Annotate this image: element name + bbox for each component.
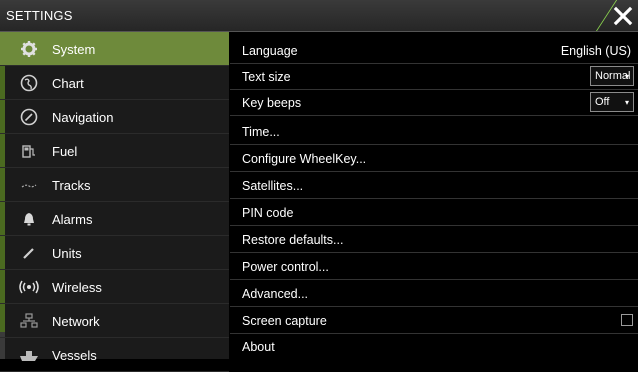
sidebar-item-navigation[interactable]: Navigation	[0, 100, 229, 134]
sidebar-item-wireless[interactable]: Wireless	[0, 270, 229, 304]
sidebar-item-label: Network	[52, 314, 100, 329]
setting-screen-capture: Screen capture	[230, 308, 638, 334]
setting-satellites[interactable]: Satellites...	[230, 173, 638, 199]
chevron-down-icon: ▾	[624, 72, 629, 81]
setting-configure-wheelkey[interactable]: Configure WheelKey...	[230, 146, 638, 172]
sidebar-item-label: System	[52, 42, 96, 57]
setting-label: Time...	[242, 125, 280, 139]
chevron-down-icon: ▾	[624, 98, 629, 107]
sidebar-item-alarms[interactable]: Alarms	[0, 202, 229, 236]
setting-about[interactable]: About	[230, 334, 638, 360]
setting-label: Satellites...	[242, 179, 304, 193]
vessels-icon	[18, 346, 40, 364]
setting-label: Screen capture	[242, 314, 327, 328]
sidebar-item-label: Vessels	[52, 348, 97, 363]
screen-capture-checkbox[interactable]	[621, 314, 633, 326]
bell-icon	[18, 210, 40, 228]
settings-sidebar: System Chart Navigation Fuel Tracks Alar…	[0, 32, 229, 372]
setting-advanced[interactable]: Advanced...	[230, 281, 638, 307]
setting-value: English (US)	[560, 44, 631, 58]
setting-label: Advanced...	[242, 287, 309, 301]
sidebar-item-label: Chart	[52, 76, 84, 91]
text-size-dropdown[interactable]: Normal ▾	[590, 66, 634, 86]
close-icon	[613, 6, 633, 26]
setting-time[interactable]: Time...	[230, 119, 638, 145]
setting-label: Configure WheelKey...	[242, 152, 367, 166]
sidebar-item-tracks[interactable]: Tracks	[0, 168, 229, 202]
sidebar-item-units[interactable]: Units	[0, 236, 229, 270]
sidebar-item-network[interactable]: Network	[0, 304, 229, 338]
key-beeps-dropdown[interactable]: Off ▾	[590, 92, 634, 112]
setting-label: Power control...	[242, 260, 329, 274]
sidebar-item-system[interactable]: System	[0, 32, 229, 66]
setting-label: About	[242, 340, 275, 354]
sidebar-item-fuel[interactable]: Fuel	[0, 134, 229, 168]
sidebar-item-label: Navigation	[52, 110, 114, 125]
setting-text-size: Text size Normal ▾	[230, 64, 638, 90]
setting-language[interactable]: Language English (US)	[230, 38, 638, 64]
pencil-icon	[18, 244, 40, 262]
sidebar-item-label: Tracks	[52, 178, 91, 193]
setting-pin-code[interactable]: PIN code	[230, 200, 638, 226]
title-bar: SETTINGS	[0, 0, 638, 32]
window-title: SETTINGS	[6, 8, 73, 23]
sidebar-item-label: Fuel	[52, 144, 78, 159]
sidebar-item-label: Alarms	[52, 212, 93, 227]
compass-icon	[18, 108, 40, 126]
sidebar-item-label: Wireless	[52, 280, 102, 295]
setting-power-control[interactable]: Power control...	[230, 254, 638, 280]
gear-icon	[18, 40, 40, 58]
globe-icon	[18, 74, 40, 92]
setting-label: Language	[242, 44, 298, 58]
setting-label: Key beeps	[242, 96, 302, 110]
close-button[interactable]	[611, 4, 635, 28]
setting-label: PIN code	[242, 206, 294, 220]
fuel-pump-icon	[18, 142, 40, 160]
dropdown-value: Off	[595, 96, 610, 108]
sidebar-item-vessels[interactable]: Vessels	[0, 338, 229, 372]
system-settings-list: Language English (US) Text size Normal ▾…	[230, 32, 638, 359]
tracks-icon	[18, 176, 40, 194]
setting-key-beeps: Key beeps Off ▾	[230, 90, 638, 116]
setting-label: Restore defaults...	[242, 233, 344, 247]
sidebar-item-chart[interactable]: Chart	[0, 66, 229, 100]
sidebar-item-label: Units	[52, 246, 82, 261]
setting-label: Text size	[242, 70, 291, 84]
network-icon	[18, 312, 40, 330]
setting-restore-defaults[interactable]: Restore defaults...	[230, 227, 638, 253]
wireless-icon	[18, 278, 40, 296]
